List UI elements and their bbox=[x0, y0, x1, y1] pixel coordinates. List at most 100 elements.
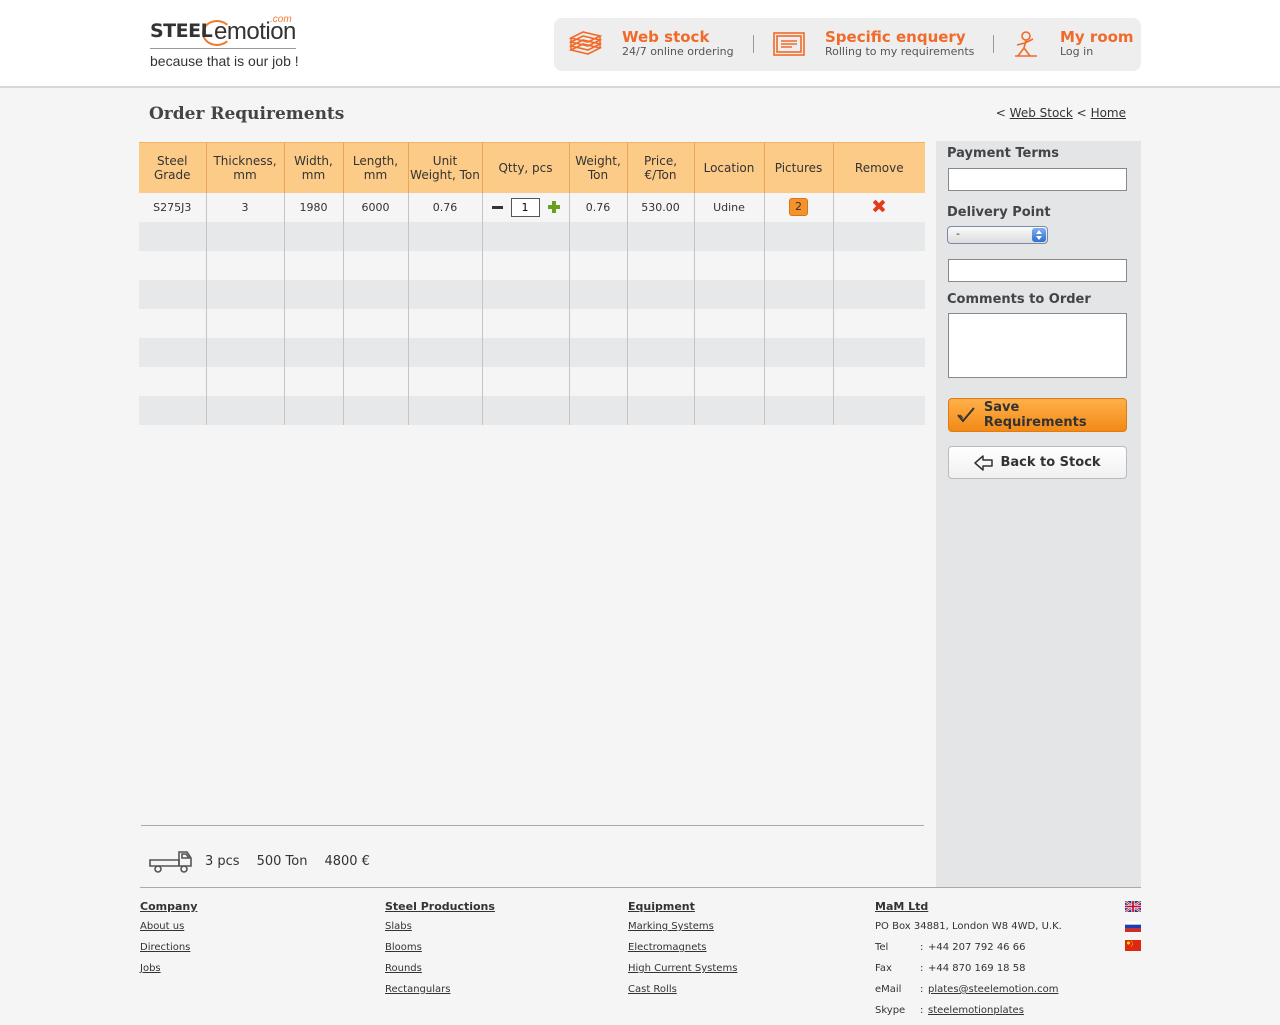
table-cell-empty bbox=[694, 250, 765, 280]
col-header-location[interactable]: Location bbox=[694, 142, 765, 193]
footer-company-heading[interactable]: Company bbox=[140, 900, 197, 913]
table-cell-empty bbox=[206, 395, 285, 425]
table-cell-empty bbox=[833, 337, 925, 367]
table-cell-empty bbox=[206, 221, 285, 251]
col-header-qty[interactable]: Qtty, pcs bbox=[482, 142, 570, 193]
russia-flag-icon[interactable] bbox=[1125, 921, 1141, 932]
table-cell-empty bbox=[694, 279, 765, 309]
col-header-price[interactable]: Price, €/Ton bbox=[627, 142, 695, 193]
nav-web-stock[interactable]: Web stock 24/7 online ordering bbox=[568, 18, 748, 71]
table-cell-empty bbox=[764, 279, 834, 309]
breadcrumb-home-link[interactable]: Home bbox=[1091, 106, 1126, 120]
footer-link-slabs[interactable]: Slabs bbox=[385, 921, 495, 942]
table-cell-empty bbox=[408, 366, 483, 396]
table-cell-empty bbox=[206, 308, 285, 338]
order-table: Steel Grade Thickness, mm Width, mm Leng… bbox=[139, 142, 925, 425]
decrease-qty-button[interactable] bbox=[491, 205, 503, 209]
save-requirements-button[interactable]: Save Requirements bbox=[948, 398, 1127, 432]
cell-remove bbox=[833, 192, 925, 222]
nav-my-room-subtitle: Log in bbox=[1060, 45, 1094, 58]
nav-specific-enquery[interactable]: Specific enquery Rolling to my requireme… bbox=[772, 18, 994, 71]
nav-separator bbox=[993, 35, 994, 53]
table-cell-empty bbox=[408, 395, 483, 425]
table-cell-empty bbox=[408, 250, 483, 280]
contact-tel-row: Tel : +44 207 792 46 66 bbox=[875, 942, 1062, 963]
china-flag-icon[interactable] bbox=[1125, 940, 1141, 951]
table-cell-empty bbox=[482, 221, 570, 251]
uk-flag-icon[interactable] bbox=[1125, 901, 1141, 912]
contact-skype-row: Skype : steelemotionplates bbox=[875, 1005, 1062, 1025]
footer-link-rounds[interactable]: Rounds bbox=[385, 963, 495, 984]
remove-row-icon[interactable] bbox=[873, 200, 885, 212]
payment-terms-label: Payment Terms bbox=[947, 146, 1060, 161]
table-cell-empty bbox=[764, 337, 834, 367]
breadcrumb-web-stock-link[interactable]: Web Stock bbox=[1010, 106, 1073, 120]
footer-link-jobs[interactable]: Jobs bbox=[140, 963, 197, 984]
table-cell-empty bbox=[139, 395, 207, 425]
nav-my-room[interactable]: My room Log in bbox=[1012, 18, 1137, 71]
table-cell-empty bbox=[764, 308, 834, 338]
contact-colon: : bbox=[920, 942, 924, 953]
footer-link-directions[interactable]: Directions bbox=[140, 942, 197, 963]
footer-equipment-heading[interactable]: Equipment bbox=[628, 900, 737, 913]
table-cell-empty bbox=[284, 221, 344, 251]
col-header-thickness[interactable]: Thickness, mm bbox=[206, 142, 285, 193]
table-cell-empty bbox=[764, 395, 834, 425]
contact-email-link[interactable]: plates@steelemotion.com bbox=[928, 984, 1058, 1005]
nav-specific-enquery-subtitle: Rolling to my requirements bbox=[825, 45, 975, 58]
delivery-point-select[interactable]: - bbox=[947, 226, 1048, 244]
contact-fax-label: Fax bbox=[875, 963, 892, 974]
table-cell-empty bbox=[343, 337, 409, 367]
table-cell-empty bbox=[206, 250, 285, 280]
select-arrows-icon bbox=[1032, 228, 1046, 242]
delivery-point-input[interactable] bbox=[948, 259, 1127, 282]
table-cell-empty bbox=[833, 279, 925, 309]
footer-link-blooms[interactable]: Blooms bbox=[385, 942, 495, 963]
cell-location: Udine bbox=[694, 192, 765, 222]
cell-unit-weight: 0.76 bbox=[408, 192, 483, 222]
cell-price: 530.00 bbox=[627, 192, 695, 222]
increase-qty-button[interactable] bbox=[547, 201, 560, 213]
qty-input[interactable] bbox=[510, 197, 540, 217]
footer-steel-productions-heading[interactable]: Steel Productions bbox=[385, 900, 495, 913]
footer-link-cast-rolls[interactable]: Cast Rolls bbox=[628, 984, 737, 1005]
footer-link-high-current-systems[interactable]: High Current Systems bbox=[628, 963, 737, 984]
footer-link-electromagnets[interactable]: Electromagnets bbox=[628, 942, 737, 963]
steelemotion-logo[interactable]: STEEL emotion .com because that is our j… bbox=[150, 14, 300, 72]
table-cell-empty bbox=[694, 221, 765, 251]
table-cell-empty bbox=[408, 337, 483, 367]
footer-link-rectangulars[interactable]: Rectangulars bbox=[385, 984, 495, 1005]
table-cell-empty bbox=[139, 366, 207, 396]
table-cell-empty bbox=[627, 250, 695, 280]
contact-skype-link[interactable]: steelemotionplates bbox=[928, 1005, 1024, 1025]
contact-fax-value: +44 870 169 18 58 bbox=[928, 963, 1026, 974]
cell-pictures: 2 bbox=[764, 192, 834, 222]
footer-link-marking-systems[interactable]: Marking Systems bbox=[628, 921, 737, 942]
table-cell-empty bbox=[627, 279, 695, 309]
cell-width: 1980 bbox=[284, 192, 344, 222]
table-cell-empty bbox=[569, 250, 628, 280]
table-cell-empty bbox=[284, 279, 344, 309]
footer-link-about-us[interactable]: About us bbox=[140, 921, 197, 942]
contact-address: PO Box 34881, London W8 4WD, U.K. bbox=[875, 921, 1062, 932]
footer-contact-heading[interactable]: MaM Ltd bbox=[875, 900, 1062, 913]
comments-label: Comments to Order bbox=[947, 292, 1091, 307]
col-header-unit-weight[interactable]: Unit Weight, Ton bbox=[408, 142, 483, 193]
col-header-steel-grade[interactable]: Steel Grade bbox=[139, 142, 207, 193]
contact-fax-row: Fax : +44 870 169 18 58 bbox=[875, 963, 1062, 984]
table-cell-empty bbox=[627, 221, 695, 251]
table-row-empty bbox=[139, 395, 925, 425]
pictures-count-button[interactable]: 2 bbox=[789, 198, 808, 216]
col-header-weight[interactable]: Weight, Ton bbox=[569, 142, 628, 193]
comments-textarea[interactable] bbox=[948, 313, 1127, 378]
table-cell-empty bbox=[482, 279, 570, 309]
summary-tons: 500 Ton bbox=[256, 853, 308, 869]
table-cell-empty bbox=[408, 279, 483, 309]
table-cell-empty bbox=[569, 221, 628, 251]
col-header-width[interactable]: Width, mm bbox=[284, 142, 344, 193]
table-header-row: Steel Grade Thickness, mm Width, mm Leng… bbox=[139, 142, 925, 193]
col-header-length[interactable]: Length, mm bbox=[343, 142, 409, 193]
table-cell-empty bbox=[139, 279, 207, 309]
payment-terms-input[interactable] bbox=[948, 168, 1127, 191]
back-to-stock-button[interactable]: Back to Stock bbox=[948, 446, 1127, 479]
